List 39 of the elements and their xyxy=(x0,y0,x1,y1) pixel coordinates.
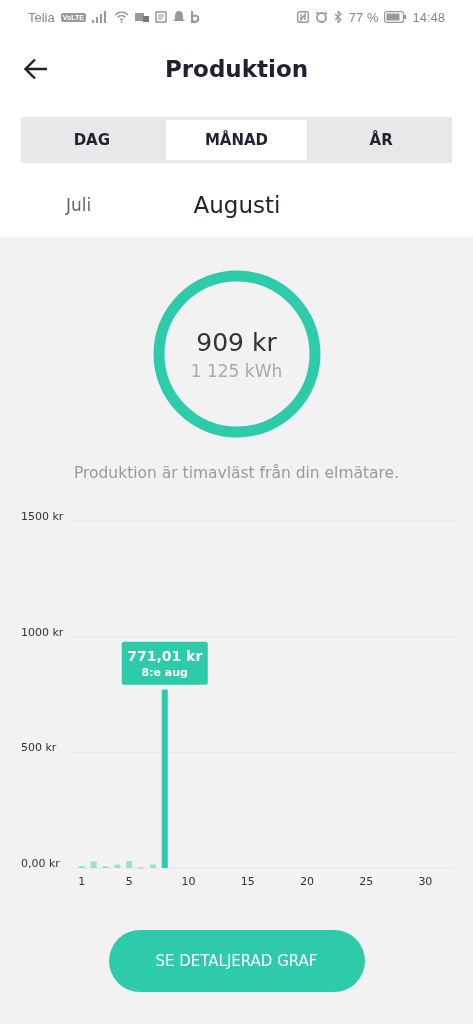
wifi-icon xyxy=(113,11,129,23)
bar xyxy=(90,861,97,868)
battery-icon xyxy=(384,11,407,23)
y-axis-label: 0,00 kr xyxy=(21,857,60,870)
x-axis-label: 25 xyxy=(359,875,374,888)
total-energy: 1 125 kWh xyxy=(190,360,283,381)
current-month[interactable]: Augusti xyxy=(157,192,317,218)
bar xyxy=(114,864,121,868)
period-tab[interactable]: MÅNAD xyxy=(162,117,311,163)
x-axis-label: 5 xyxy=(125,875,133,888)
x-axis-label: 15 xyxy=(240,875,255,888)
y-axis-label: 1500 kr xyxy=(21,510,64,523)
news-icon xyxy=(154,11,167,23)
letter-b-icon xyxy=(190,11,200,23)
signal-icon xyxy=(91,11,108,23)
x-axis-label: 10 xyxy=(181,875,196,888)
screen-title: Produktion xyxy=(164,56,309,82)
x-axis-label: 30 xyxy=(418,875,433,888)
back-arrow-icon[interactable] xyxy=(24,58,48,80)
period-tab[interactable]: ÅR xyxy=(310,117,452,163)
info-text: Produktion är timavläst från din elmätare. xyxy=(73,464,400,482)
y-axis-label: 500 kr xyxy=(21,741,57,755)
y-axis-label: 1000 kr xyxy=(21,625,64,639)
bar xyxy=(149,864,156,868)
x-axis-label: 20 xyxy=(299,875,314,888)
total-amount: 909 kr xyxy=(196,327,277,357)
clock-time: 14:48 xyxy=(412,9,445,25)
bluetooth-icon xyxy=(333,11,343,23)
carrier-name: Telia xyxy=(28,9,55,25)
period-tab[interactable]: DAG xyxy=(21,117,163,163)
alarm-icon xyxy=(314,11,328,23)
ring-icon xyxy=(152,270,321,438)
value-tooltip: 771,01 kr 8:e aug xyxy=(121,641,208,685)
notification-icon xyxy=(134,11,149,23)
previous-month[interactable]: Juli xyxy=(0,195,157,215)
x-axis-label: 1 xyxy=(78,875,86,888)
battery-percent: 77 % xyxy=(348,9,379,25)
nfc-icon xyxy=(296,11,309,23)
bar xyxy=(126,861,133,868)
